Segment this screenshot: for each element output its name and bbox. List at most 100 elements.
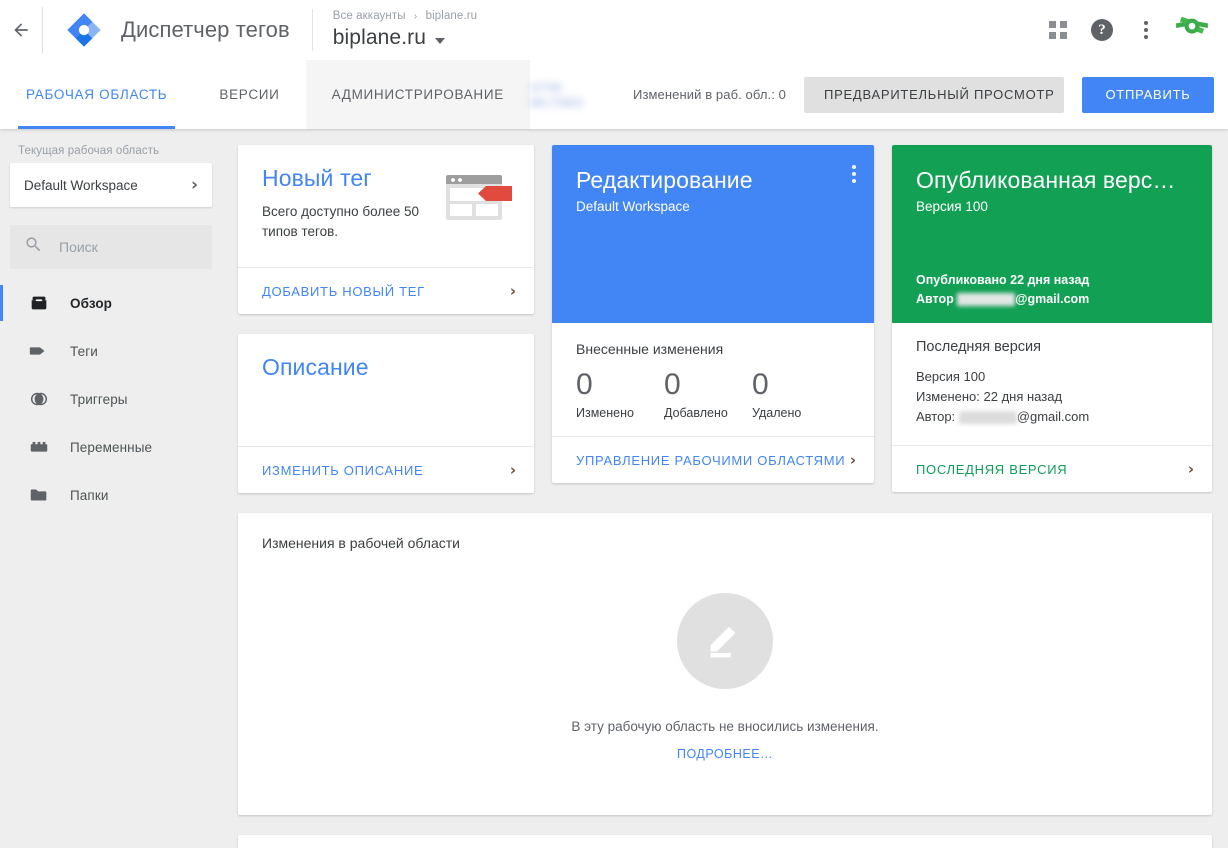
sidebar-item-tags[interactable]: Теги xyxy=(0,327,222,375)
latest-version-number: Версия 100 xyxy=(916,369,986,384)
stat-added-label: Добавлено xyxy=(664,406,728,420)
manage-workspaces-action[interactable]: УПРАВЛЕНИЕ РАБОЧИМИ ОБЛАСТЯМИ › xyxy=(552,436,874,483)
editing-card-subtitle: Default Workspace xyxy=(576,199,690,214)
overview-container-icon xyxy=(28,292,54,314)
sidebar: Текущая рабочая область Default Workspac… xyxy=(0,129,222,848)
chevron-right-icon: › xyxy=(190,174,198,195)
tab-versions-label: ВЕРСИИ xyxy=(219,87,280,102)
tab-workspace-label: РАБОЧАЯ ОБЛАСТЬ xyxy=(26,87,168,102)
tab-workspace[interactable]: РАБОЧАЯ ОБЛАСТЬ xyxy=(0,60,193,129)
editing-card: Редактирование Default Workspace Внесенн… xyxy=(552,145,874,483)
account-avatar-button[interactable] xyxy=(1170,10,1214,50)
back-button[interactable] xyxy=(0,0,42,60)
variables-block-icon xyxy=(28,436,54,458)
workspace-changes-count: Изменений в раб. обл.: 0 xyxy=(633,87,786,102)
tab-versions[interactable]: ВЕРСИИ xyxy=(193,60,305,129)
breadcrumb-separator: › xyxy=(413,11,418,22)
chevron-right-icon: › xyxy=(849,450,856,469)
chevron-right-icon: › xyxy=(1187,459,1194,478)
chevron-right-icon: › xyxy=(509,281,516,300)
description-title: Описание xyxy=(262,354,369,380)
published-author-prefix: Автор xyxy=(916,292,954,306)
submit-button[interactable]: ОТПРАВИТЬ xyxy=(1082,76,1214,113)
stat-deleted-label: Удалено xyxy=(752,406,802,420)
sidebar-item-folders[interactable]: Папки xyxy=(0,471,222,519)
add-new-tag-label: ДОБАВИТЬ НОВЫЙ ТЕГ xyxy=(262,283,425,299)
edit-description-action[interactable]: ИЗМЕНИТЬ ОПИСАНИЕ › xyxy=(238,446,534,493)
latest-version-modified: Изменено: 22 дня назад xyxy=(916,389,1063,404)
left-card-column: Новый тег Всего доступно более 50 типов … xyxy=(238,145,534,493)
empty-state-circle xyxy=(677,593,773,689)
arrow-left-icon xyxy=(11,20,31,40)
main-content: Новый тег Всего доступно более 50 типов … xyxy=(222,129,1228,848)
manage-workspaces-label: УПРАВЛЕНИЕ РАБОЧИМИ ОБЛАСТЯМИ xyxy=(576,452,846,468)
published-version-card: Опубликованная верс… Версия 100 Опублико… xyxy=(892,145,1212,492)
stat-modified-label: Изменено xyxy=(576,406,634,420)
stat-modified: 0 Изменено xyxy=(576,367,664,420)
published-card-meta: Опубликовано 22 дня назад Автор @gmail.c… xyxy=(916,271,1212,309)
search-input[interactable] xyxy=(59,239,199,255)
new-tag-body: Новый тег Всего доступно более 50 типов … xyxy=(238,145,534,267)
latest-version-action[interactable]: ПОСЛЕДНЯЯ ВЕРСИЯ › xyxy=(892,445,1212,492)
published-author-domain: @gmail.com xyxy=(1015,292,1090,306)
redacted-author-name xyxy=(958,411,1017,425)
help-button[interactable]: ? xyxy=(1082,10,1122,50)
editing-stats-title: Внесенные изменения xyxy=(576,341,724,357)
tab-bar: РАБОЧАЯ ОБЛАСТЬ ВЕРСИИ АДМИНИСТРИРОВАНИЕ… xyxy=(0,60,1228,129)
breadcrumb-all-accounts[interactable]: Все аккаунты xyxy=(333,10,406,22)
redacted-author-name xyxy=(957,293,1016,307)
sidebar-item-folders-label: Папки xyxy=(70,487,109,503)
latest-version-details: Версия 100 Изменено: 22 дня назад Автор:… xyxy=(916,367,1188,427)
topbar-actions: ? xyxy=(1038,10,1228,50)
edit-description-label: ИЗМЕНИТЬ ОПИСАНИЕ xyxy=(262,462,424,478)
brand-separator xyxy=(311,9,313,51)
stat-deleted: 0 Удалено xyxy=(752,367,840,420)
gtm-app-window: Диспетчер тегов Все аккаунты › biplane.r… xyxy=(0,0,1228,848)
sidebar-search[interactable] xyxy=(10,225,212,269)
folder-icon xyxy=(28,484,54,506)
account-selector[interactable]: Все аккаунты › biplane.ru biplane.ru xyxy=(333,9,477,51)
new-tag-title: Новый тег xyxy=(262,165,372,191)
tab-bar-actions: GTM-WLT98X Изменений в раб. обл.: 0 ПРЕД… xyxy=(530,60,1228,129)
sidebar-item-tags-label: Теги xyxy=(70,343,98,359)
history-panel[interactable]: История › xyxy=(238,835,1212,848)
cards-row: Новый тег Всего доступно более 50 типов … xyxy=(238,145,1212,493)
workspace-changes-empty-message: В эту рабочую область не вносились измен… xyxy=(571,719,879,734)
editing-card-hero: Редактирование Default Workspace xyxy=(552,145,874,323)
brand-block[interactable]: Диспетчер тегов xyxy=(43,11,290,49)
more-options-button[interactable] xyxy=(1126,10,1166,50)
apps-button[interactable] xyxy=(1038,10,1078,50)
preview-button[interactable]: ПРЕДВАРИТЕЛЬНЫЙ ПРОСМОТР xyxy=(804,76,1064,113)
new-tag-card: Новый тег Всего доступно более 50 типов … xyxy=(238,145,534,314)
tab-admin[interactable]: АДМИНИСТРИРОВАНИЕ xyxy=(305,60,530,129)
sidebar-item-overview[interactable]: Обзор xyxy=(0,279,222,327)
published-date: Опубликовано 22 дня назад xyxy=(916,273,1090,287)
editing-card-column: Редактирование Default Workspace Внесенн… xyxy=(552,145,874,483)
add-new-tag-action[interactable]: ДОБАВИТЬ НОВЫЙ ТЕГ › xyxy=(238,267,534,314)
workspace-changes-learn-more-link[interactable]: ПОДРОБНЕЕ… xyxy=(677,747,773,761)
tab-admin-label: АДМИНИСТРИРОВАНИЕ xyxy=(331,87,504,102)
new-tag-text: Новый тег Всего доступно более 50 типов … xyxy=(262,165,442,242)
latest-version-author: Автор: @gmail.com xyxy=(916,407,1188,427)
workspace-selector[interactable]: Default Workspace › xyxy=(10,163,212,207)
account-name-row[interactable]: biplane.ru xyxy=(333,25,477,51)
stat-added-value: 0 xyxy=(664,368,681,401)
breadcrumb-current[interactable]: biplane.ru xyxy=(426,10,478,22)
latest-author-domain: @gmail.com xyxy=(1016,409,1090,424)
sidebar-item-variables[interactable]: Переменные xyxy=(0,423,222,471)
editing-card-menu-button[interactable] xyxy=(852,165,856,183)
tag-icon xyxy=(28,340,54,362)
stat-modified-value: 0 xyxy=(576,368,593,401)
browser-window-tag-illustration xyxy=(442,171,514,227)
published-card-hero: Опубликованная верс… Версия 100 Опублико… xyxy=(892,145,1212,323)
published-card-body: Последняя версия Версия 100 Изменено: 22… xyxy=(892,323,1212,445)
tab-list: РАБОЧАЯ ОБЛАСТЬ ВЕРСИИ АДМИНИСТРИРОВАНИЕ xyxy=(0,60,530,129)
sidebar-nav: Обзор Теги Триггеры Переменные Папки xyxy=(0,279,222,519)
help-question-icon: ? xyxy=(1091,19,1113,41)
workspace-changes-title: Изменения в рабочей области xyxy=(262,535,460,551)
sidebar-item-triggers[interactable]: Триггеры xyxy=(0,375,222,423)
chevron-right-icon: › xyxy=(509,460,516,479)
top-bar: Диспетчер тегов Все аккаунты › biplane.r… xyxy=(0,0,1228,60)
account-name: biplane.ru xyxy=(332,26,426,49)
description-body: Описание xyxy=(238,334,534,446)
